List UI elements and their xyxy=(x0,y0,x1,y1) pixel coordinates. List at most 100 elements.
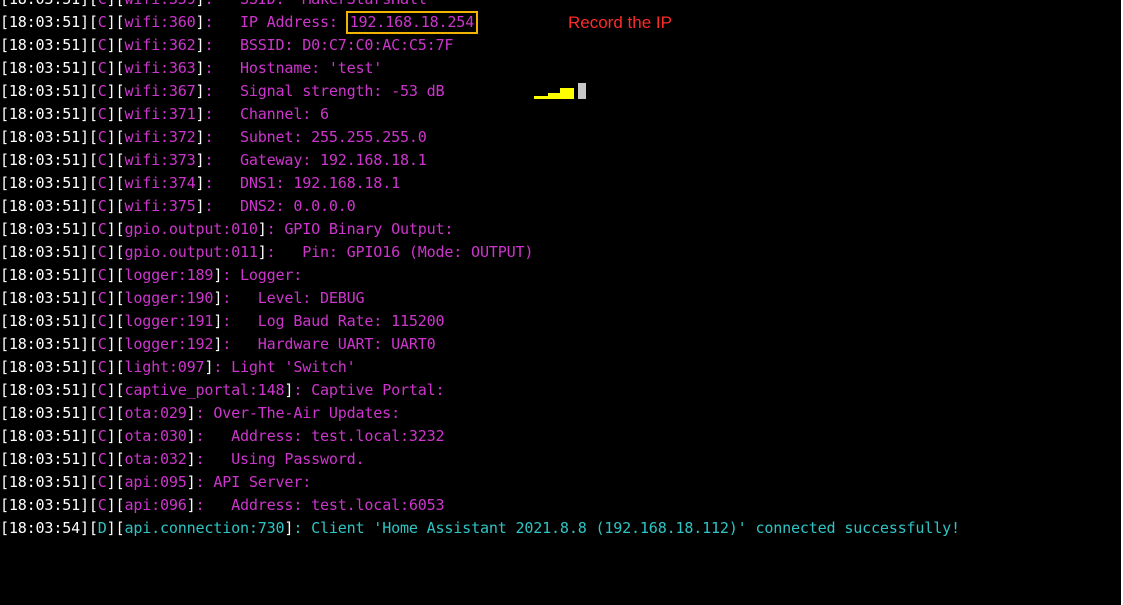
log-message: IP Address: xyxy=(240,13,347,31)
bracket: ] xyxy=(213,266,223,284)
log-tag: gpio.output:010 xyxy=(124,220,258,238)
bracket: [ xyxy=(88,151,98,169)
bracket: ][ xyxy=(106,381,125,399)
log-line: [18:03:51][C][wifi:373]: Gateway: 192.16… xyxy=(0,149,960,172)
signal-bar xyxy=(534,96,548,99)
log-message: Captive Portal: xyxy=(311,381,445,399)
log-tag: wifi:372 xyxy=(124,128,196,146)
log-tag: logger:190 xyxy=(124,289,214,307)
bracket: [ xyxy=(88,381,98,399)
log-line: [18:03:54][D][api.connection:730]: Clien… xyxy=(0,517,960,540)
log-message: Hardware UART: UART0 xyxy=(257,335,436,353)
log-separator: : xyxy=(204,0,240,8)
bracket: ][ xyxy=(106,197,125,215)
log-timestamp: [18:03:51] xyxy=(0,381,89,399)
log-timestamp: [18:03:51] xyxy=(0,335,89,353)
log-tag: logger:189 xyxy=(124,266,214,284)
signal-bar xyxy=(578,83,586,99)
log-timestamp: [18:03:51] xyxy=(0,496,89,514)
log-tag: api:096 xyxy=(124,496,187,514)
log-level: C xyxy=(97,358,107,376)
log-level: C xyxy=(97,128,107,146)
log-level: D xyxy=(97,519,107,537)
log-level: C xyxy=(97,36,107,54)
log-message: GPIO Binary Output: xyxy=(284,220,454,238)
bracket: ][ xyxy=(106,266,125,284)
log-tag: wifi:373 xyxy=(124,151,196,169)
bracket: ][ xyxy=(106,427,125,445)
log-message: Address: test.local:6053 xyxy=(231,496,445,514)
log-separator: : xyxy=(222,312,258,330)
log-separator: : xyxy=(213,358,232,376)
log-message: Subnet: 255.255.255.0 xyxy=(240,128,427,146)
log-timestamp: [18:03:51] xyxy=(0,312,89,330)
log-tag: captive_portal:148 xyxy=(124,381,285,399)
log-level: C xyxy=(97,404,107,422)
log-level: C xyxy=(97,59,107,77)
bracket: ][ xyxy=(106,404,125,422)
log-line: [18:03:51][C][wifi:367]: Signal strength… xyxy=(0,80,960,103)
log-timestamp: [18:03:51] xyxy=(0,197,89,215)
log-tag: api.connection:730 xyxy=(124,519,285,537)
bracket: ][ xyxy=(106,312,125,330)
bracket: [ xyxy=(88,312,98,330)
log-separator: : xyxy=(195,404,214,422)
log-line: [18:03:51][C][gpio.output:011]: Pin: GPI… xyxy=(0,241,960,264)
log-tag: api:095 xyxy=(124,473,187,491)
bracket: [ xyxy=(88,197,98,215)
log-message: API Server: xyxy=(213,473,312,491)
log-separator: : xyxy=(204,105,240,123)
log-timestamp: [18:03:51] xyxy=(0,174,89,192)
log-message: Channel: 6 xyxy=(240,105,329,123)
log-separator: : xyxy=(204,151,240,169)
log-lines: [18:03:51][C][wifi:359]: SSID: 'MakerSta… xyxy=(0,0,960,540)
bracket: ][ xyxy=(106,13,125,31)
log-tag: wifi:374 xyxy=(124,174,196,192)
log-timestamp: [18:03:51] xyxy=(0,450,89,468)
bracket: ] xyxy=(213,289,223,307)
log-timestamp: [18:03:51] xyxy=(0,266,89,284)
bracket: [ xyxy=(88,220,98,238)
log-timestamp: [18:03:51] xyxy=(0,289,89,307)
log-line: [18:03:51][C][wifi:359]: SSID: 'MakerSta… xyxy=(0,0,960,11)
log-line: [18:03:51][C][captive_portal:148]: Capti… xyxy=(0,379,960,402)
log-separator: : xyxy=(222,289,258,307)
bracket: ][ xyxy=(106,450,125,468)
log-level: C xyxy=(97,312,107,330)
bracket: ] xyxy=(284,381,294,399)
log-message: SSID: 'MakerStarsHall' xyxy=(240,0,436,8)
bracket: ][ xyxy=(106,335,125,353)
log-terminal: [18:03:51][C][wifi:359]: SSID: 'MakerSta… xyxy=(0,0,1123,605)
bracket: [ xyxy=(88,82,98,100)
bracket: [ xyxy=(89,0,98,8)
bracket: ] xyxy=(284,519,294,537)
log-timestamp: [18:03:51] xyxy=(0,220,89,238)
log-message: Light 'Switch' xyxy=(231,358,356,376)
log-separator: : xyxy=(293,519,312,537)
bracket: [ xyxy=(88,266,98,284)
log-line: [18:03:51][C][logger:192]: Hardware UART… xyxy=(0,333,960,356)
bracket: [ xyxy=(88,450,98,468)
log-level: C xyxy=(97,289,107,307)
log-separator: : xyxy=(195,496,232,514)
log-line: [18:03:51][C][wifi:360]: IP Address: 192… xyxy=(0,11,960,34)
log-level: C xyxy=(97,496,107,514)
log-tag: wifi:360 xyxy=(124,13,196,31)
log-level: C xyxy=(97,243,107,261)
log-tag: ota:032 xyxy=(124,450,187,468)
bracket: ][ xyxy=(106,105,125,123)
bracket: ] xyxy=(186,496,196,514)
log-line: [18:03:51][C][wifi:371]: Channel: 6 xyxy=(0,103,960,126)
bracket: ][ xyxy=(106,289,125,307)
log-separator: : xyxy=(195,427,232,445)
log-timestamp: [18:03:51] xyxy=(0,13,89,31)
bracket: ][ xyxy=(106,358,125,376)
bracket: ] xyxy=(186,427,196,445)
log-tag: wifi:362 xyxy=(124,36,196,54)
log-line: [18:03:51][C][wifi:375]: DNS2: 0.0.0.0 xyxy=(0,195,960,218)
bracket: ] xyxy=(186,450,196,468)
log-tag: ota:030 xyxy=(124,427,187,445)
bracket: [ xyxy=(88,473,98,491)
bracket: ][ xyxy=(106,59,125,77)
log-timestamp: [18:03:51] xyxy=(0,128,89,146)
